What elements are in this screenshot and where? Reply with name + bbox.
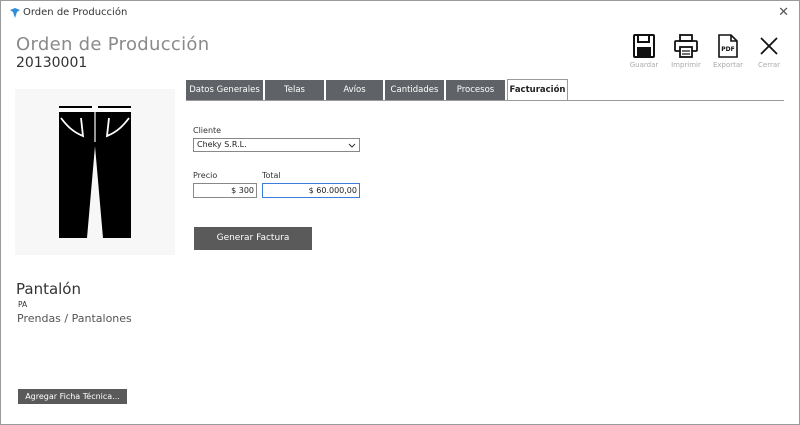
pants-icon: [59, 106, 131, 238]
generate-invoice-button[interactable]: Generar Factura: [194, 227, 312, 250]
print-button[interactable]: Imprimir: [664, 34, 708, 69]
window-close-button[interactable]: ✕: [778, 4, 789, 22]
client-select[interactable]: Cheky S.R.L.: [193, 138, 360, 152]
export-button[interactable]: PDF Exportar: [706, 34, 750, 69]
pdf-icon: PDF: [718, 34, 738, 58]
save-label: Guardar: [629, 61, 659, 69]
tab-facturacion[interactable]: Facturación: [507, 79, 568, 100]
tab-cantidades[interactable]: Cantidades: [385, 80, 444, 100]
chevron-down-icon: [348, 143, 356, 148]
save-button[interactable]: Guardar: [622, 34, 666, 69]
product-image: [15, 89, 175, 255]
client-value: Cheky S.R.L.: [197, 140, 247, 149]
tab-avios[interactable]: Avíos: [326, 80, 383, 100]
export-label: Exportar: [712, 61, 744, 69]
close-button[interactable]: Cerrar: [747, 34, 791, 69]
tab-datos-generales[interactable]: Datos Generales: [186, 80, 263, 100]
tab-divider: [186, 100, 784, 101]
window: Orden de Producción ✕ Orden de Producció…: [0, 0, 800, 425]
window-title: Orden de Producción: [23, 7, 128, 18]
product-name: Pantalón: [16, 280, 81, 298]
print-label: Imprimir: [671, 61, 701, 69]
total-field[interactable]: $ 60.000,00: [262, 183, 360, 198]
price-field[interactable]: $ 300: [193, 183, 257, 198]
page-title: Orden de Producción: [16, 34, 210, 55]
product-code: PA: [18, 300, 28, 309]
order-number: 20130001: [16, 55, 88, 71]
tab-procesos[interactable]: Procesos: [446, 80, 505, 100]
product-category: Prendas / Pantalones: [17, 312, 132, 325]
client-label: Cliente: [193, 126, 222, 135]
title-bar: Orden de Producción ✕: [1, 1, 799, 27]
close-icon: [760, 37, 778, 55]
add-tech-sheet-button[interactable]: Agregar Ficha Técnica...: [18, 389, 127, 404]
printer-icon: [674, 34, 698, 58]
tab-telas[interactable]: Telas: [265, 80, 324, 100]
app-icon: [10, 8, 20, 18]
price-label: Precio: [193, 171, 218, 180]
save-icon: [633, 34, 655, 58]
close-label: Cerrar: [758, 61, 780, 69]
pdf-icon-text: PDF: [721, 46, 734, 53]
total-label: Total: [262, 171, 281, 180]
